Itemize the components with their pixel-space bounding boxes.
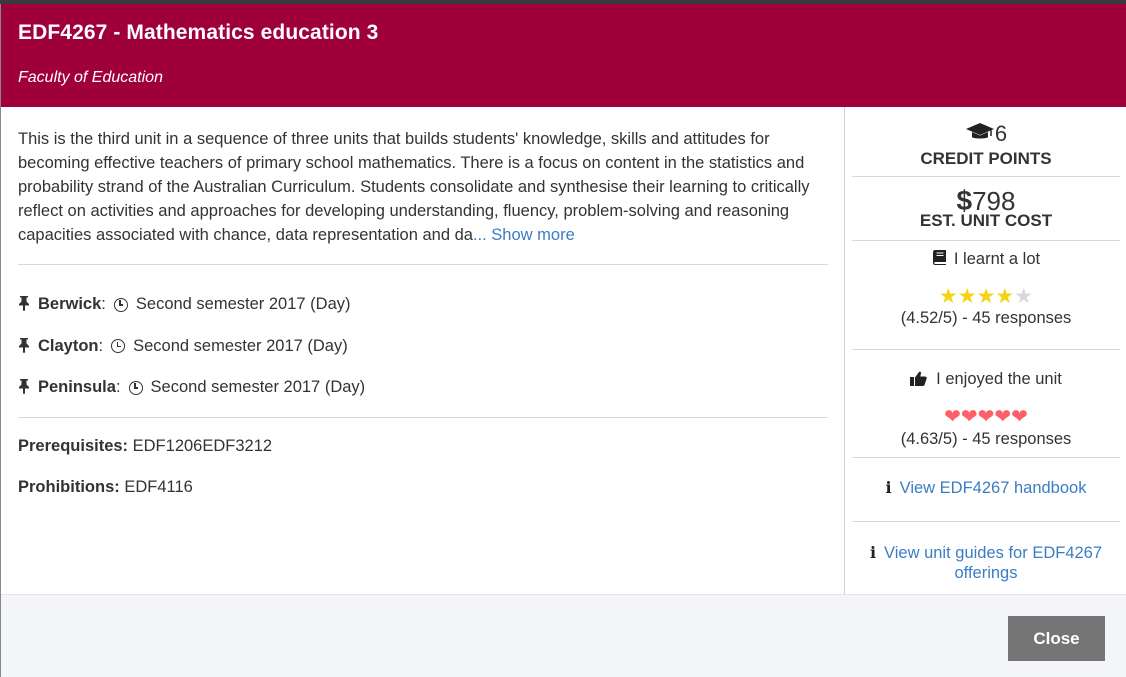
book-icon bbox=[932, 250, 946, 270]
location-row-clayton: Clayton: Second semester 2017 (Day) bbox=[18, 326, 828, 368]
credit-points-section: 6 CREDIT POINTS bbox=[852, 107, 1120, 176]
thumbtack-icon bbox=[18, 378, 38, 397]
clock-icon bbox=[111, 339, 126, 354]
unit-cost-label: EST. UNIT COST bbox=[919, 211, 1053, 230]
unit-guides-link-row: i View unit guides for EDF4267 offerings bbox=[852, 522, 1120, 602]
enjoyed-heading: I enjoyed the unit bbox=[852, 370, 1120, 391]
campus-name: Clayton bbox=[38, 336, 99, 355]
credit-points-value: 6 bbox=[994, 121, 1008, 146]
unit-details-modal: EDF4267 - Mathematics education 3 Facult… bbox=[0, 4, 1126, 677]
location-row-peninsula: Peninsula: Second semester 2017 (Day) bbox=[18, 367, 828, 409]
enjoyed-heart-rating: ❤❤❤❤❤ bbox=[852, 407, 1120, 427]
learnt-star-rating: ★★★★★ bbox=[852, 285, 1120, 308]
offering-text: Second semester 2017 (Day) bbox=[135, 295, 351, 314]
campus-name: Peninsula bbox=[38, 378, 116, 397]
heart-icon: ❤ bbox=[960, 406, 978, 428]
close-button[interactable]: Close bbox=[1008, 616, 1105, 661]
view-handbook-link[interactable]: View EDF4267 handbook bbox=[900, 479, 1087, 497]
unit-main-content: This is the third unit in a sequence of … bbox=[18, 127, 828, 519]
thumbtack-icon bbox=[18, 295, 38, 314]
credit-points-value-row: 6 bbox=[852, 121, 1120, 147]
modal-header: EDF4267 - Mathematics education 3 Facult… bbox=[1, 4, 1126, 107]
heart-icon: ❤ bbox=[944, 406, 961, 428]
prerequisites-label: Prerequisites: bbox=[18, 436, 129, 455]
star-icon: ★ bbox=[1014, 285, 1034, 308]
campus-name: Berwick bbox=[38, 295, 102, 314]
thumbtack-icon bbox=[18, 337, 38, 356]
heart-icon: ❤ bbox=[994, 406, 1012, 428]
clock-icon bbox=[128, 380, 143, 395]
prohibitions-label: Prohibitions: bbox=[18, 477, 120, 496]
unit-title: EDF4267 - Mathematics education 3 bbox=[18, 21, 379, 44]
location-list: Berwick: Second semester 2017 (Day) Clay… bbox=[18, 265, 828, 417]
view-unit-guides-link[interactable]: View unit guides for EDF4267 offerings bbox=[884, 544, 1102, 582]
colon: : bbox=[101, 295, 106, 314]
unit-cost-section: $798 EST. UNIT COST bbox=[852, 177, 1120, 240]
heart-icon: ❤ bbox=[1011, 406, 1028, 428]
prohibitions-row: Prohibitions: EDF4116 bbox=[18, 478, 828, 519]
prerequisites-row: Prerequisites: EDF1206EDF3212 bbox=[18, 437, 828, 478]
learnt-score: (4.52/5) - 45 responses bbox=[900, 309, 1072, 327]
star-icon: ★ bbox=[976, 285, 996, 308]
location-row-berwick: Berwick: Second semester 2017 (Day) bbox=[18, 284, 828, 326]
prohibitions-value: EDF4116 bbox=[124, 477, 193, 496]
graduation-cap-icon bbox=[965, 122, 995, 142]
offering-text: Second semester 2017 (Day) bbox=[150, 378, 366, 397]
info-icon: i bbox=[885, 478, 892, 497]
description-text: This is the third unit in a sequence of … bbox=[18, 130, 810, 244]
colon: : bbox=[115, 378, 121, 397]
learnt-label: I learnt a lot bbox=[953, 250, 1041, 268]
learnt-rating-section: I learnt a lot ★★★★★ (4.52/5) - 45 respo… bbox=[852, 241, 1120, 349]
modal-footer: Close bbox=[1, 594, 1126, 677]
heart-icon: ❤ bbox=[977, 406, 995, 428]
enjoyed-label: I enjoyed the unit bbox=[936, 370, 1062, 388]
unit-description: This is the third unit in a sequence of … bbox=[18, 127, 828, 247]
thumbs-up-icon bbox=[910, 371, 927, 391]
learnt-heading: I learnt a lot bbox=[852, 250, 1120, 270]
offering-text: Second semester 2017 (Day) bbox=[133, 336, 348, 355]
faculty-name: Faculty of Education bbox=[18, 69, 163, 86]
clock-icon bbox=[113, 297, 128, 312]
info-icon: i bbox=[869, 543, 877, 562]
sidebar-border bbox=[844, 107, 845, 596]
enjoyed-rating-section: I enjoyed the unit ❤❤❤❤❤ (4.63/5) - 45 r… bbox=[852, 350, 1120, 457]
handbook-link-row: i View EDF4267 handbook bbox=[852, 458, 1120, 521]
star-icon: ★ bbox=[938, 285, 958, 308]
credit-points-label: CREDIT POINTS bbox=[920, 149, 1052, 168]
unit-sidebar: 6 CREDIT POINTS $798 EST. UNIT COST I le… bbox=[852, 107, 1120, 602]
show-more-link[interactable]: ... Show more bbox=[473, 226, 575, 244]
requisites: Prerequisites: EDF1206EDF3212 Prohibitio… bbox=[18, 418, 828, 519]
colon: : bbox=[98, 336, 104, 355]
star-icon: ★ bbox=[995, 285, 1015, 308]
prerequisites-value: EDF1206EDF3212 bbox=[132, 436, 273, 455]
enjoyed-score: (4.63/5) - 45 responses bbox=[900, 430, 1072, 448]
star-icon: ★ bbox=[957, 285, 977, 308]
